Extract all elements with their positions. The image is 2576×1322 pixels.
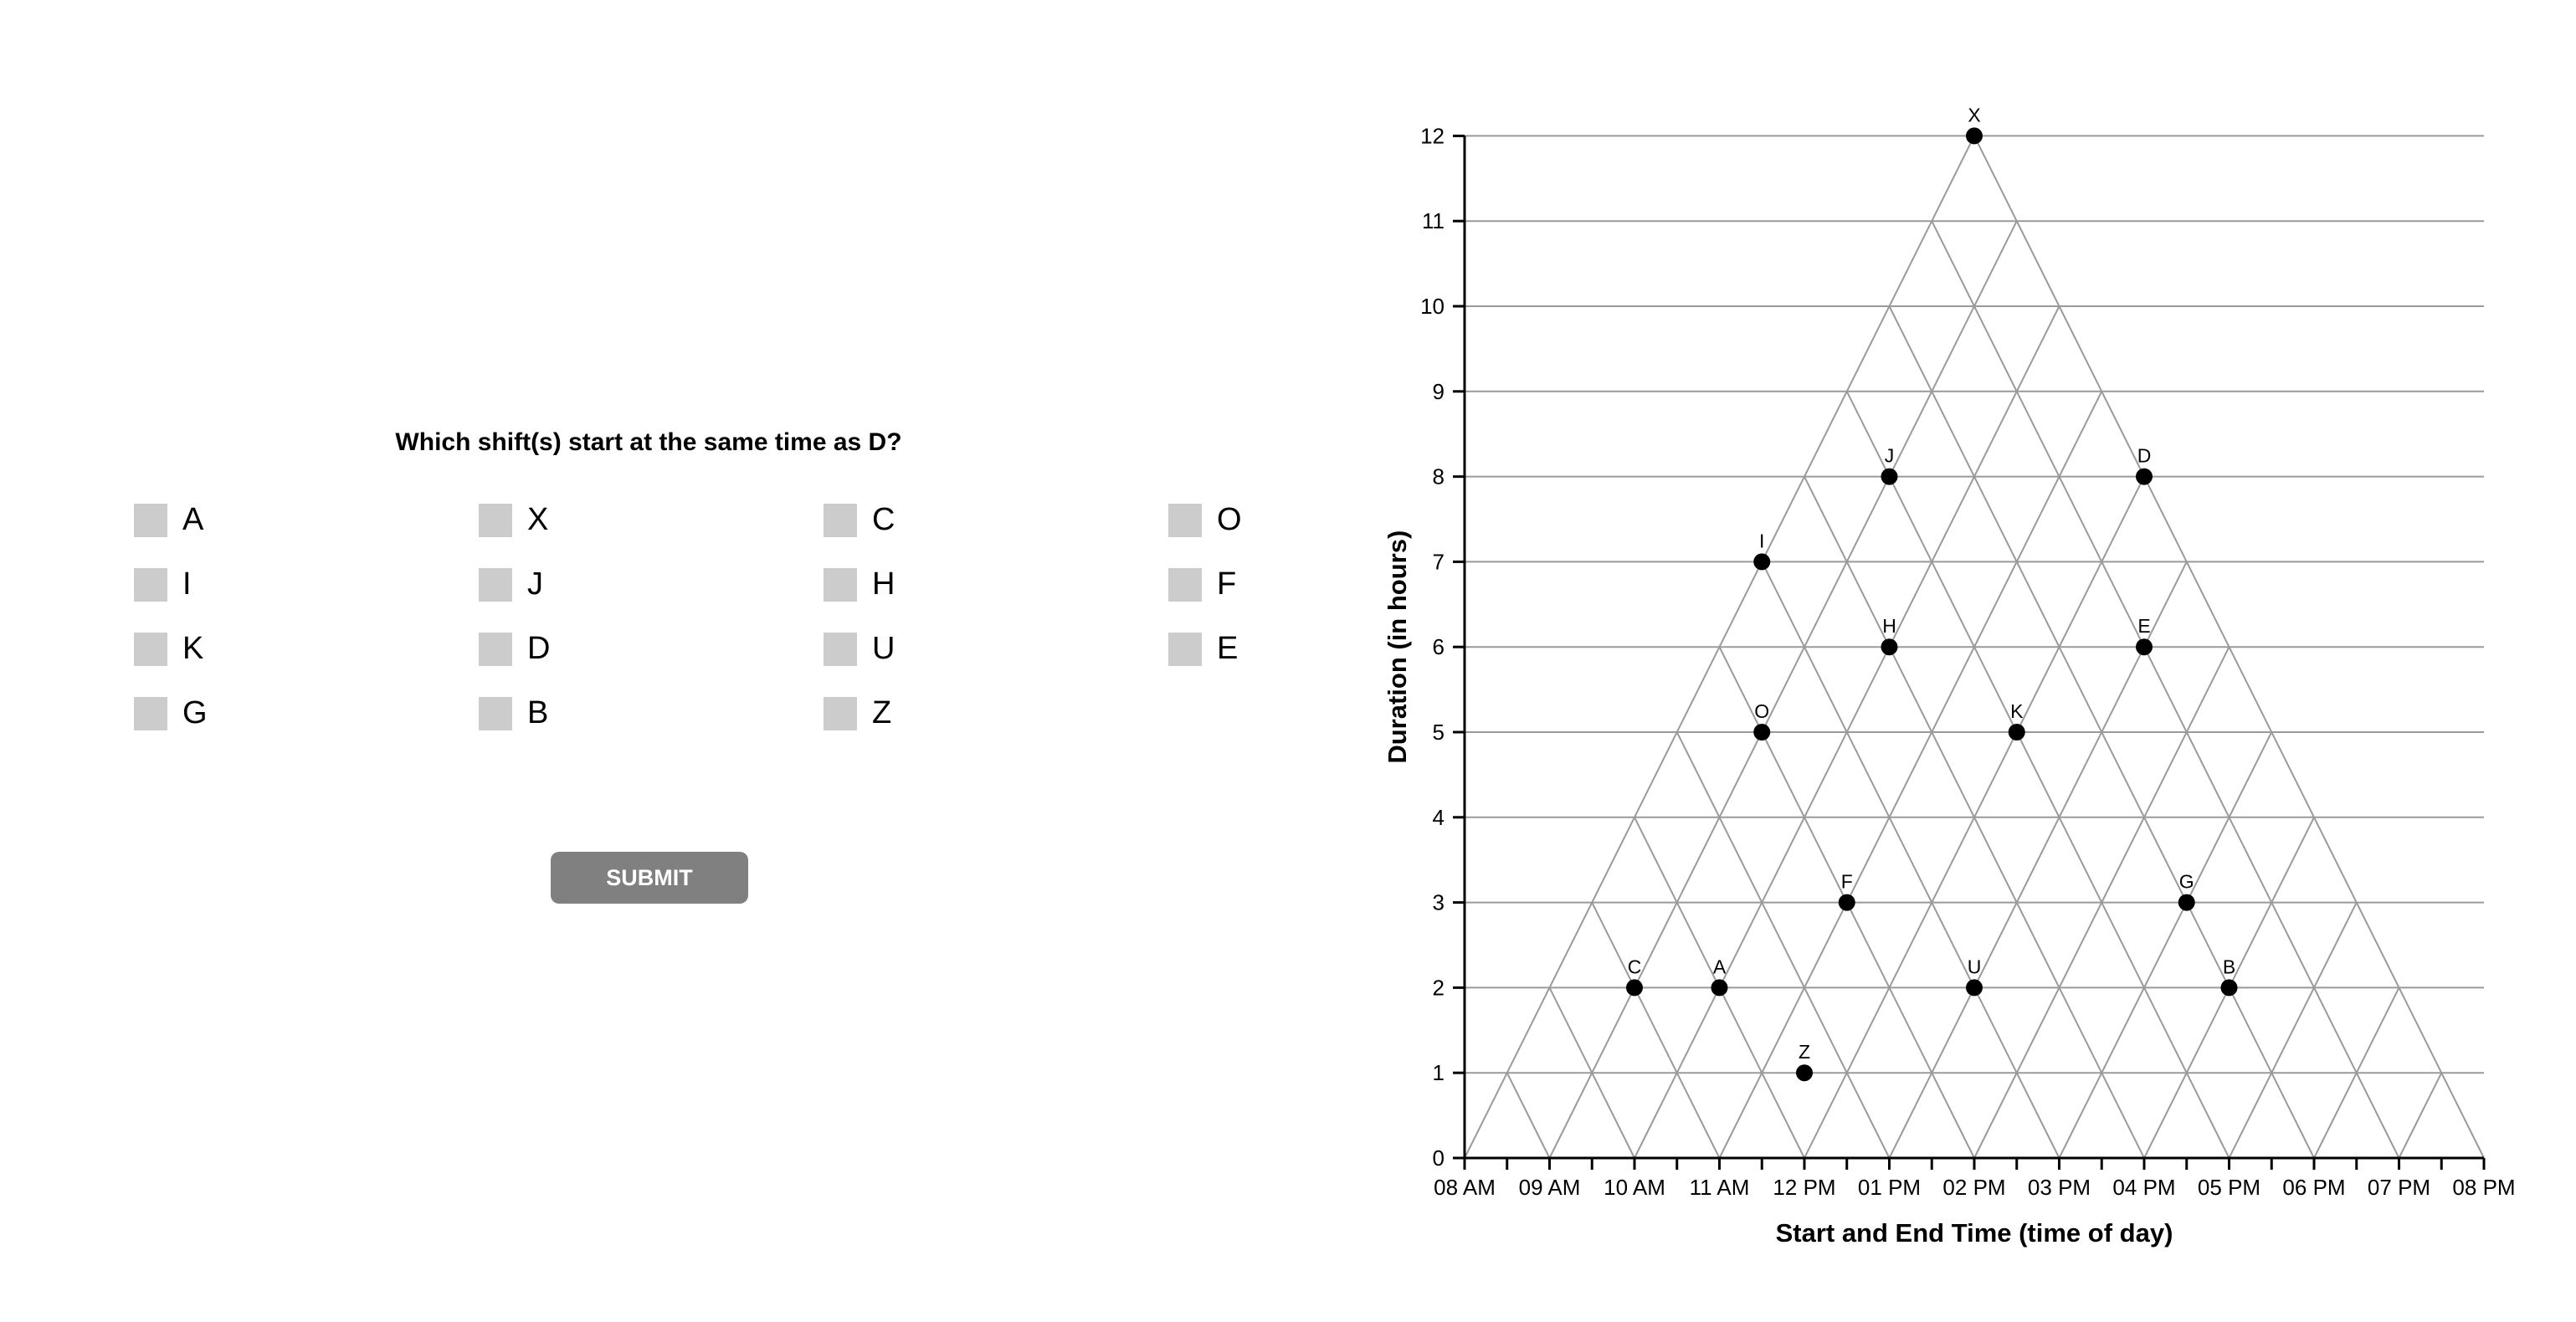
y-tick-label: 9 bbox=[1433, 379, 1445, 404]
x-axis-title: Start and End Time (time of day) bbox=[1776, 1218, 2173, 1248]
gridline-end bbox=[1591, 902, 1721, 1159]
point-label-I: I bbox=[1759, 530, 1764, 551]
point-label-D: D bbox=[2137, 445, 2152, 467]
point-O bbox=[1753, 724, 1771, 740]
x-tick-label: 05 PM bbox=[2198, 1175, 2260, 1200]
point-X bbox=[1966, 127, 1983, 145]
gridline-end bbox=[1845, 391, 2230, 1159]
point-B bbox=[2220, 979, 2238, 997]
shift-chart: 012345678910111208 AM 09 AM 10 AM 11 AM 12 P… bbox=[1383, 104, 2516, 1248]
x-tick-label: 09 AM bbox=[1519, 1175, 1581, 1200]
point-label-A: A bbox=[1713, 956, 1727, 977]
y-tick-label: 11 bbox=[1422, 208, 1445, 233]
point-H bbox=[1881, 638, 1898, 656]
y-tick-label: 0 bbox=[1433, 1145, 1445, 1171]
y-tick-label: 5 bbox=[1433, 720, 1445, 745]
gridline-end bbox=[1506, 1072, 1551, 1159]
gridline-start bbox=[2228, 902, 2358, 1159]
point-label-K: K bbox=[2010, 700, 2024, 722]
point-label-H: H bbox=[1882, 615, 1896, 637]
point-label-F: F bbox=[1841, 871, 1853, 893]
y-tick-label: 4 bbox=[1433, 805, 1445, 830]
x-tick-label: 01 PM bbox=[1858, 1175, 1921, 1200]
gridline-start bbox=[2058, 731, 2273, 1159]
gridline-start bbox=[1718, 391, 2103, 1159]
point-Z bbox=[1796, 1064, 1813, 1082]
point-I bbox=[1753, 553, 1771, 571]
x-tick-label: 12 PM bbox=[1773, 1175, 1835, 1200]
point-A bbox=[1711, 979, 1728, 997]
point-label-B: B bbox=[2223, 956, 2235, 977]
gridline-end bbox=[1931, 220, 2400, 1159]
point-label-Z: Z bbox=[1799, 1041, 1810, 1063]
point-C bbox=[1626, 979, 1643, 997]
y-axis-title: Duration (in hours) bbox=[1383, 530, 1412, 764]
point-label-O: O bbox=[1754, 700, 1769, 722]
y-tick-label: 7 bbox=[1433, 549, 1445, 574]
x-tick-label: 08 PM bbox=[2452, 1175, 2515, 1200]
x-tick-label: 04 PM bbox=[2112, 1175, 2175, 1200]
point-label-J: J bbox=[1885, 445, 1895, 467]
point-label-U: U bbox=[1968, 956, 1982, 977]
y-tick-label: 12 bbox=[1420, 123, 1445, 148]
point-G bbox=[2178, 894, 2195, 911]
y-tick-label: 6 bbox=[1433, 634, 1445, 659]
y-tick-label: 2 bbox=[1433, 975, 1445, 1000]
gridline-start bbox=[1548, 220, 2018, 1159]
x-tick-label: 06 PM bbox=[2282, 1175, 2345, 1200]
point-label-G: G bbox=[2179, 871, 2194, 893]
y-tick-label: 3 bbox=[1433, 890, 1445, 915]
point-label-E: E bbox=[2137, 615, 2150, 637]
y-tick-label: 10 bbox=[1420, 294, 1445, 319]
gridline-end bbox=[1675, 731, 1891, 1159]
point-E bbox=[2136, 638, 2153, 656]
x-tick-label: 10 AM bbox=[1604, 1175, 1665, 1200]
x-tick-label: 02 PM bbox=[1942, 1175, 2005, 1200]
y-tick-label: 1 bbox=[1433, 1060, 1445, 1085]
gridline-start bbox=[2398, 1072, 2443, 1159]
y-tick-label: 8 bbox=[1433, 464, 1445, 489]
point-U bbox=[1966, 979, 1983, 997]
x-tick-label: 08 AM bbox=[1434, 1175, 1496, 1200]
point-F bbox=[1838, 894, 1855, 911]
x-tick-label: 07 PM bbox=[2368, 1175, 2430, 1200]
point-label-C: C bbox=[1628, 956, 1642, 977]
point-D bbox=[2136, 468, 2153, 485]
point-J bbox=[1881, 468, 1898, 485]
point-K bbox=[2008, 724, 2025, 740]
x-tick-label: 11 AM bbox=[1690, 1175, 1750, 1200]
x-tick-label: 03 PM bbox=[2028, 1175, 2091, 1200]
point-label-X: X bbox=[1968, 104, 1980, 126]
